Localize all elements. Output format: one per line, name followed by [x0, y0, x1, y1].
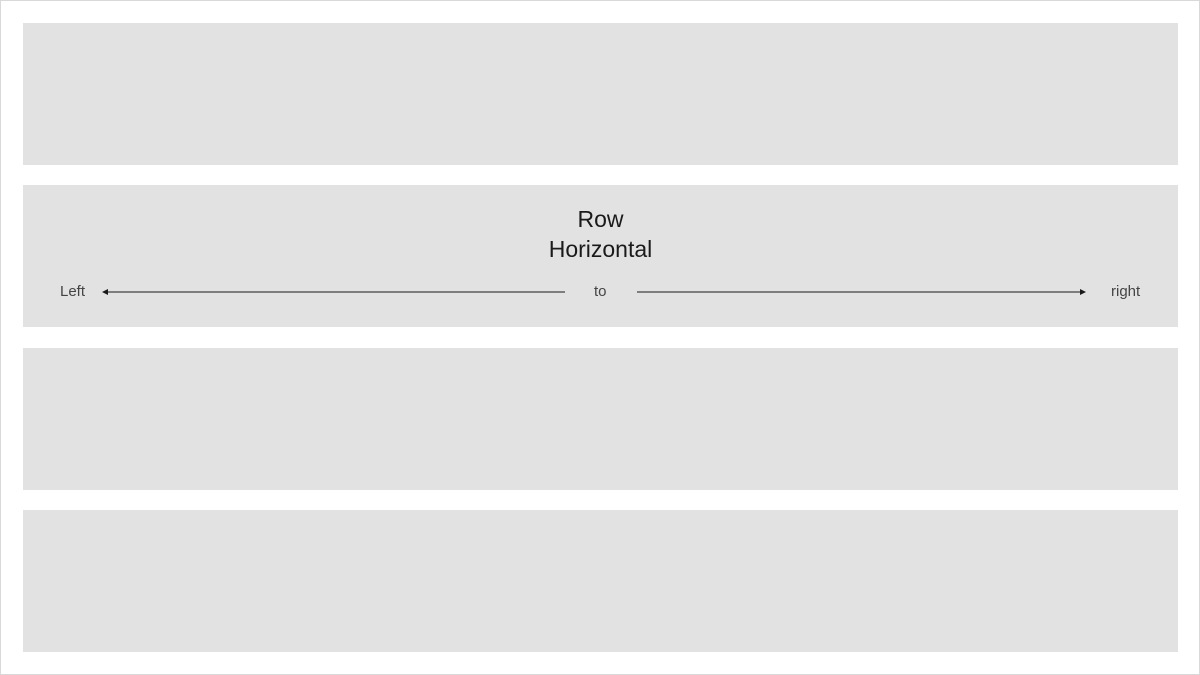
- left-label: Left: [60, 283, 86, 300]
- row-band-3: [23, 348, 1178, 490]
- right-label: right: [1111, 283, 1141, 300]
- title-line-row: Row: [577, 206, 624, 232]
- row-band-4: [23, 510, 1178, 652]
- middle-label: to: [594, 283, 607, 300]
- row-band-1: [23, 23, 1178, 165]
- diagram-canvas: Row Horizontal Left to right: [0, 0, 1200, 675]
- diagram-title: Row Horizontal: [23, 204, 1178, 264]
- row-band-2: Row Horizontal Left to right: [23, 185, 1178, 327]
- title-line-horizontal: Horizontal: [548, 236, 653, 262]
